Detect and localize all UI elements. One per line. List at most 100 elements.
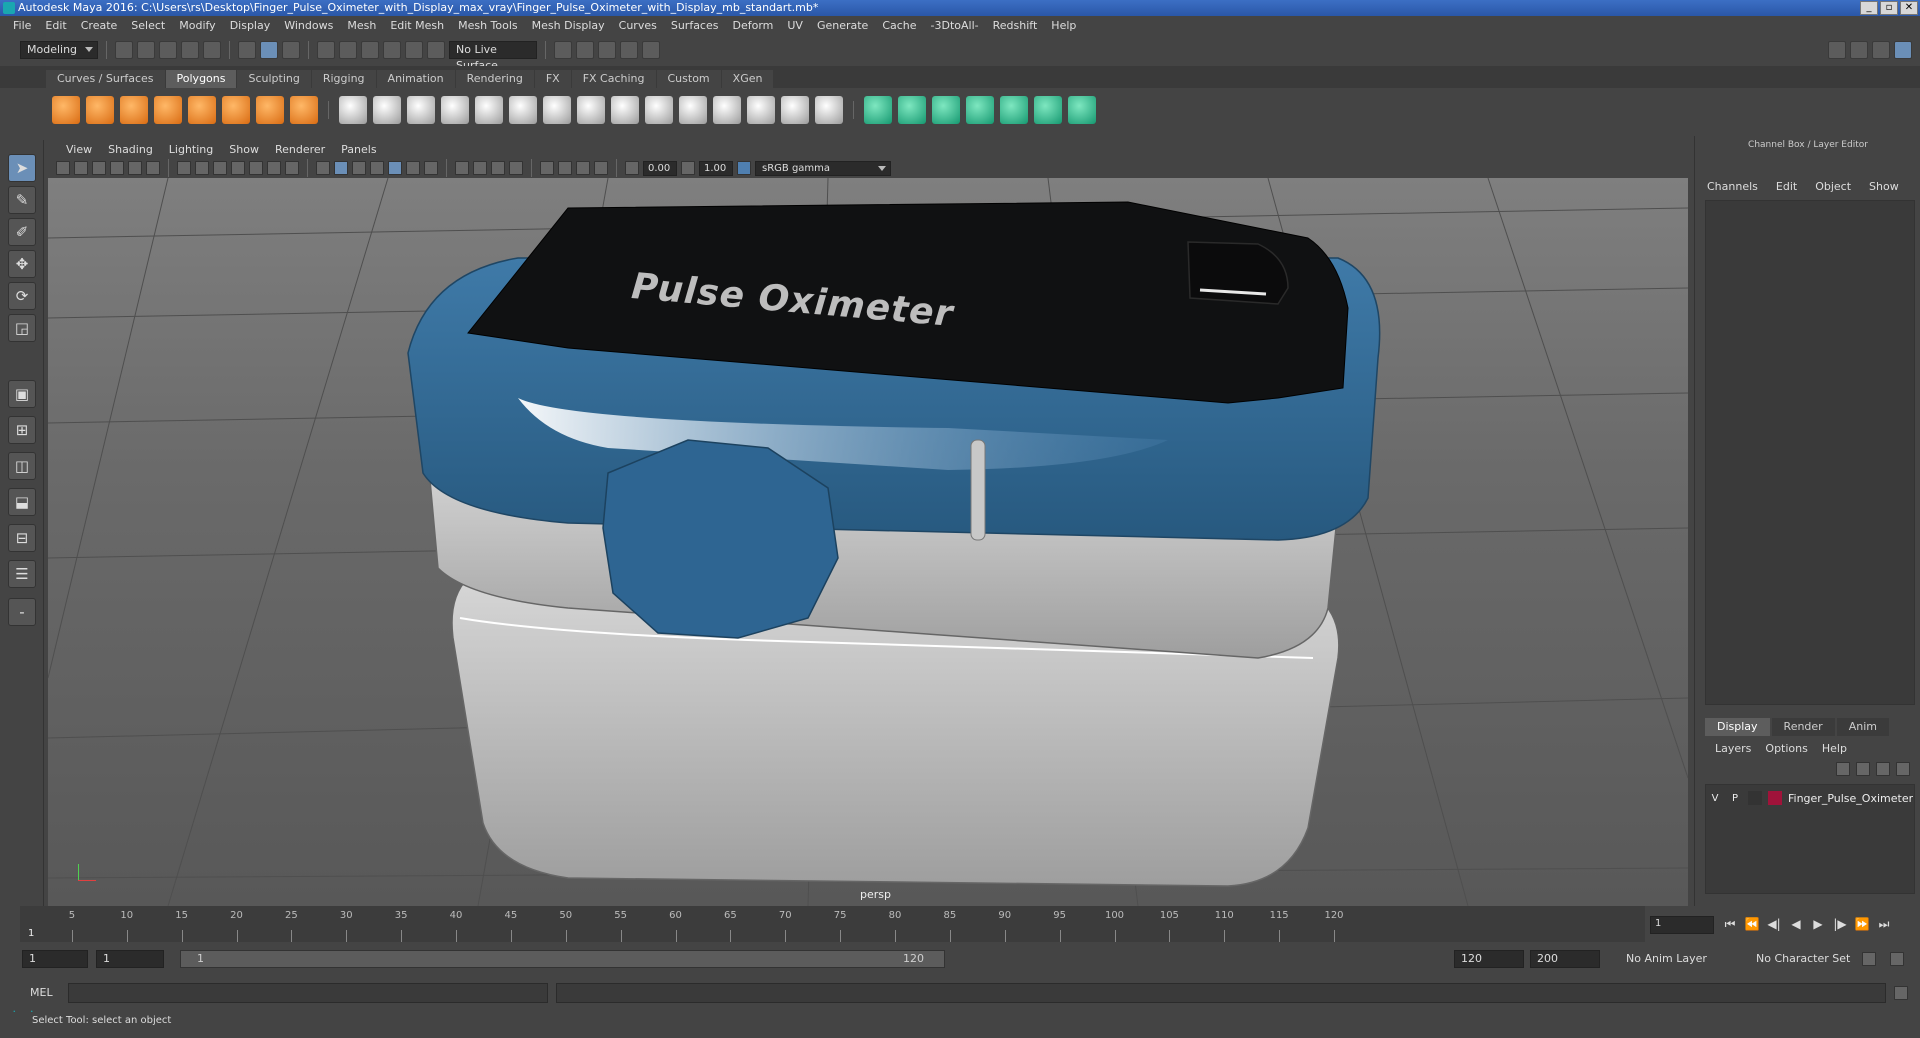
menu-display[interactable]: Display bbox=[223, 16, 278, 36]
poly-cylinder-icon[interactable] bbox=[120, 96, 148, 124]
rotate-tool-icon[interactable]: ⟳ bbox=[8, 282, 36, 310]
move-layer-up-icon[interactable] bbox=[1836, 762, 1850, 776]
image-plane-icon[interactable] bbox=[110, 161, 124, 175]
render-view-icon[interactable] bbox=[554, 41, 572, 59]
new-layer-selected-icon[interactable] bbox=[1896, 762, 1910, 776]
lighting-icon[interactable] bbox=[406, 161, 420, 175]
view-transform-selector[interactable]: sRGB gamma bbox=[755, 160, 891, 176]
menu-cache[interactable]: Cache bbox=[875, 16, 923, 36]
play-backwards-icon[interactable]: ◀ bbox=[1788, 916, 1804, 932]
camera-icon[interactable] bbox=[56, 161, 70, 175]
animation-preferences-icon[interactable] bbox=[1890, 952, 1904, 966]
tab-anim[interactable]: Anim bbox=[1836, 718, 1889, 736]
shelf-tab-rigging[interactable]: Rigging bbox=[311, 70, 376, 88]
multi-cut-icon[interactable] bbox=[645, 96, 673, 124]
live-surface-field[interactable]: No Live Surface bbox=[449, 41, 537, 72]
auto-key-icon[interactable] bbox=[1862, 952, 1876, 966]
menu-redshift[interactable]: Redshift bbox=[986, 16, 1045, 36]
snap-curve-icon[interactable] bbox=[339, 41, 357, 59]
mode-selector[interactable]: Modeling bbox=[20, 41, 98, 59]
step-forward-frame-icon[interactable]: |▶ bbox=[1832, 916, 1848, 932]
paint-select-icon[interactable]: ✐ bbox=[8, 218, 36, 246]
reduce-icon[interactable] bbox=[475, 96, 503, 124]
snap-surface-icon[interactable] bbox=[405, 41, 423, 59]
wireframe-on-shaded-icon[interactable] bbox=[388, 161, 402, 175]
viewport-menu-view[interactable]: View bbox=[58, 143, 100, 156]
2d-pan-zoom-icon[interactable] bbox=[128, 161, 142, 175]
grease-pencil-icon[interactable] bbox=[146, 161, 160, 175]
menu-3dtoall[interactable]: -3DtoAll- bbox=[924, 16, 986, 36]
menu-mesh-display[interactable]: Mesh Display bbox=[525, 16, 612, 36]
select-tool-icon[interactable]: ➤ bbox=[8, 154, 36, 182]
maximize-button[interactable]: ▫ bbox=[1880, 1, 1898, 15]
layer-menu-layers[interactable]: Layers bbox=[1715, 742, 1751, 755]
make-live-icon[interactable] bbox=[427, 41, 445, 59]
ipr-render-icon[interactable] bbox=[598, 41, 616, 59]
merge-icon[interactable] bbox=[781, 96, 809, 124]
shelf-tab-sculpting[interactable]: Sculpting bbox=[237, 70, 311, 88]
smooth-shade-icon[interactable] bbox=[334, 161, 348, 175]
animation-start-field[interactable]: 1 bbox=[22, 950, 88, 968]
target-weld-icon[interactable] bbox=[679, 96, 707, 124]
menu-create[interactable]: Create bbox=[74, 16, 125, 36]
shelf-tab-fx[interactable]: FX bbox=[534, 70, 571, 88]
automatic-uv-icon[interactable] bbox=[966, 96, 994, 124]
gate-mask-icon[interactable] bbox=[231, 161, 245, 175]
collapse-toolbox-icon[interactable]: - bbox=[8, 598, 36, 626]
channel-box-area[interactable] bbox=[1705, 200, 1915, 705]
color-management-icon[interactable] bbox=[737, 161, 751, 175]
outliner-layout-icon[interactable]: ☰ bbox=[8, 560, 36, 588]
cb-menu-edit[interactable]: Edit bbox=[1776, 180, 1797, 193]
select-component-icon[interactable] bbox=[282, 41, 300, 59]
snap-point-icon[interactable] bbox=[361, 41, 379, 59]
viewport-menu-shading[interactable]: Shading bbox=[100, 143, 161, 156]
shelf-tab-xgen[interactable]: XGen bbox=[721, 70, 774, 88]
smooth-icon[interactable] bbox=[441, 96, 469, 124]
poly-torus-icon[interactable] bbox=[222, 96, 250, 124]
playback-end-field[interactable]: 120 bbox=[1454, 950, 1524, 968]
persp-graph-layout-icon[interactable]: ⬓ bbox=[8, 488, 36, 516]
layer-playback-toggle[interactable]: P bbox=[1728, 793, 1742, 804]
play-forwards-icon[interactable]: ▶ bbox=[1810, 916, 1826, 932]
shelf-tab-polygons[interactable]: Polygons bbox=[165, 70, 237, 88]
shelf-tab-animation[interactable]: Animation bbox=[376, 70, 455, 88]
open-scene-icon[interactable] bbox=[137, 41, 155, 59]
shelf-tab-curves-surfaces[interactable]: Curves / Surfaces bbox=[46, 70, 165, 88]
menu-mesh[interactable]: Mesh bbox=[340, 16, 383, 36]
select-hierarchy-icon[interactable] bbox=[238, 41, 256, 59]
uv-editor-icon[interactable] bbox=[1000, 96, 1028, 124]
render-frame-icon[interactable] bbox=[576, 41, 594, 59]
menu-curves[interactable]: Curves bbox=[612, 16, 664, 36]
modeling-toolkit-icon[interactable] bbox=[1828, 41, 1846, 59]
cb-menu-object[interactable]: Object bbox=[1815, 180, 1851, 193]
layer-color-swatch[interactable] bbox=[1768, 791, 1782, 805]
poly-cone-icon[interactable] bbox=[154, 96, 182, 124]
poly-sphere-icon[interactable] bbox=[52, 96, 80, 124]
field-chart-icon[interactable] bbox=[249, 161, 263, 175]
step-forward-key-icon[interactable]: ⏩ bbox=[1854, 916, 1870, 932]
attribute-editor-icon[interactable] bbox=[1850, 41, 1868, 59]
side-by-side-layout-icon[interactable]: ◫ bbox=[8, 452, 36, 480]
exposure-field[interactable]: 0.00 bbox=[643, 160, 677, 176]
menu-edit-mesh[interactable]: Edit Mesh bbox=[383, 16, 451, 36]
shelf-tab-rendering[interactable]: Rendering bbox=[455, 70, 534, 88]
shadows-icon[interactable] bbox=[424, 161, 438, 175]
menu-surfaces[interactable]: Surfaces bbox=[664, 16, 726, 36]
undo-icon[interactable] bbox=[181, 41, 199, 59]
hypershade-icon[interactable] bbox=[642, 41, 660, 59]
wireframe-icon[interactable] bbox=[316, 161, 330, 175]
cut-uv-icon[interactable] bbox=[1068, 96, 1096, 124]
range-slider[interactable]: 1 120 bbox=[180, 950, 945, 968]
poly-pipe-icon[interactable] bbox=[290, 96, 318, 124]
separate-icon[interactable] bbox=[373, 96, 401, 124]
viewport-menu-panels[interactable]: Panels bbox=[333, 143, 384, 156]
ambient-occlusion-icon[interactable] bbox=[455, 161, 469, 175]
safe-title-icon[interactable] bbox=[285, 161, 299, 175]
combine-icon[interactable] bbox=[339, 96, 367, 124]
xray-icon[interactable] bbox=[558, 161, 572, 175]
render-settings-icon[interactable] bbox=[620, 41, 638, 59]
minimize-button[interactable]: _ bbox=[1860, 1, 1878, 15]
cb-menu-show[interactable]: Show bbox=[1869, 180, 1899, 193]
persp-outliner-layout-icon[interactable]: ⊟ bbox=[8, 524, 36, 552]
layer-display-type[interactable] bbox=[1748, 791, 1762, 805]
